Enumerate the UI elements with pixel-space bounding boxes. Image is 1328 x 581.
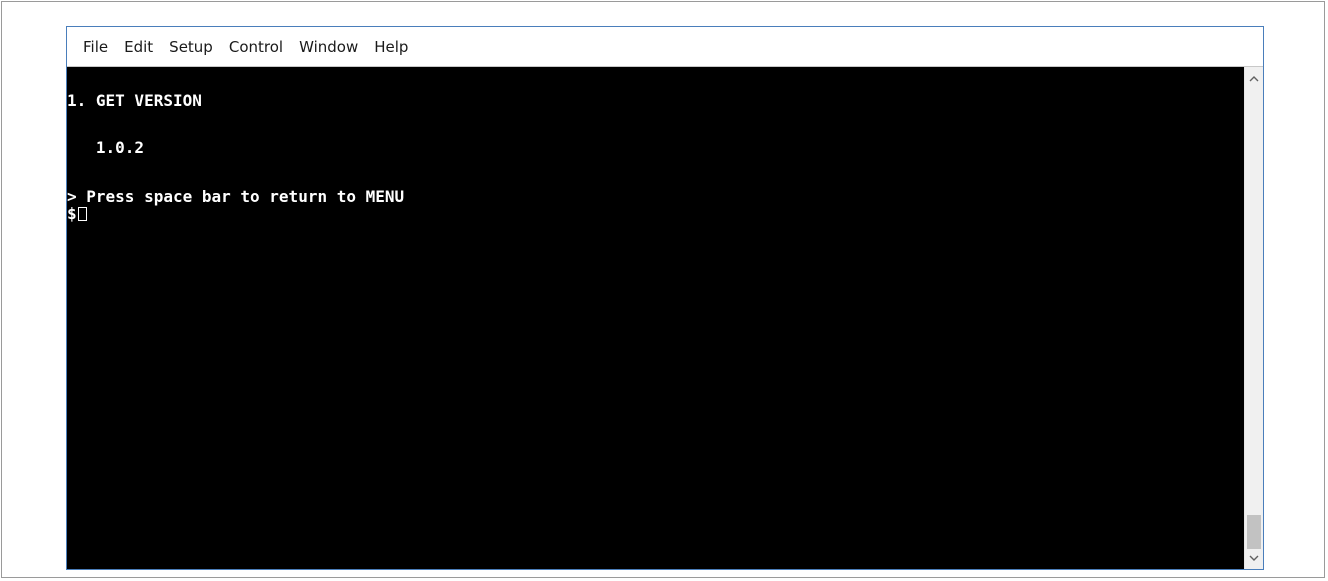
chevron-up-icon [1249,75,1259,81]
menu-help[interactable]: Help [366,35,416,59]
terminal-window: File Edit Setup Control Window Help 1. G… [66,26,1264,570]
shell-prompt-symbol: $ [67,204,77,223]
vertical-scrollbar[interactable] [1244,67,1263,569]
chevron-down-icon [1249,555,1259,561]
scroll-thumb[interactable] [1247,515,1261,549]
screenshot-frame: File Edit Setup Control Window Help 1. G… [1,1,1325,578]
menu-control[interactable]: Control [221,35,291,59]
terminal-output[interactable]: 1. GET VERSION 1.0.2 > Press space bar t… [67,67,1245,569]
scroll-up-button[interactable] [1245,69,1263,87]
menu-edit[interactable]: Edit [116,35,161,59]
menu-bar: File Edit Setup Control Window Help [67,27,1263,67]
scroll-down-button[interactable] [1245,549,1263,567]
terminal-line-version: 1.0.2 [67,138,145,157]
terminal-line-prompt: > Press space bar to return to MENU [67,187,405,206]
text-cursor [77,207,87,221]
menu-setup[interactable]: Setup [161,35,221,59]
terminal-line-command: 1. GET VERSION [67,91,202,110]
menu-file[interactable]: File [75,35,116,59]
menu-window[interactable]: Window [291,35,366,59]
terminal-line-input: $ [67,205,87,223]
